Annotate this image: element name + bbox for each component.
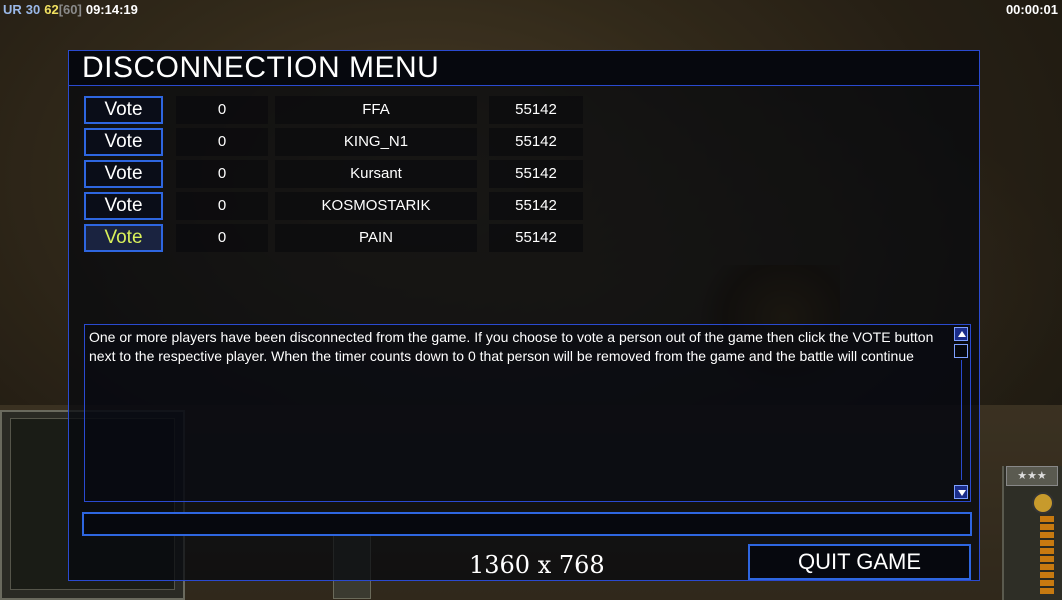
message-box: One or more players have been disconnect…: [84, 324, 971, 502]
player-score: 55142: [489, 224, 583, 252]
player-row: Vote 0 Kursant 55142: [84, 160, 584, 190]
scroll-down-arrow-icon[interactable]: [954, 485, 968, 499]
power-bar: [1040, 516, 1054, 594]
hud-faction: UR: [3, 2, 22, 17]
scrollbar[interactable]: [954, 325, 970, 501]
hud-value-1: 30: [25, 2, 41, 17]
player-row: Vote 0 FFA 55142: [84, 96, 584, 126]
player-score: 55142: [489, 192, 583, 220]
disconnect-message: One or more players have been disconnect…: [89, 329, 934, 364]
vote-button[interactable]: Vote: [84, 96, 163, 124]
vote-button[interactable]: Vote: [84, 160, 163, 188]
scroll-up-arrow-icon[interactable]: [954, 327, 968, 341]
player-row: Vote 0 PAIN 55142: [84, 224, 584, 254]
player-row: Vote 0 KING_N1 55142: [84, 128, 584, 158]
hud-timer: 00:00:01: [1005, 2, 1058, 17]
hud-value-2: 62: [44, 2, 59, 17]
scroll-thumb[interactable]: [954, 344, 968, 358]
quit-game-button[interactable]: QUIT GAME: [748, 544, 971, 580]
vote-button[interactable]: Vote: [84, 224, 163, 252]
player-name: Kursant: [275, 160, 477, 188]
player-score: 55142: [489, 160, 583, 188]
player-name: KOSMOSTARIK: [275, 192, 477, 220]
medal-icon: [1032, 492, 1054, 514]
rank-stars: ★★★: [1006, 466, 1058, 486]
vote-button[interactable]: Vote: [84, 192, 163, 220]
vote-count: 0: [176, 160, 268, 188]
vote-button[interactable]: Vote: [84, 128, 163, 156]
hud-top-bar: UR 30 62[60] 09:14:19 00:00:01: [0, 0, 1062, 20]
chat-input[interactable]: [82, 512, 972, 536]
player-name: PAIN: [275, 224, 477, 252]
scroll-track: [961, 360, 962, 480]
hud-value-3: [60]: [58, 2, 82, 17]
player-name: KING_N1: [275, 128, 477, 156]
vote-count: 0: [176, 128, 268, 156]
vote-count: 0: [176, 96, 268, 124]
vote-count: 0: [176, 224, 268, 252]
title-bar: DISCONNECTION MENU: [69, 51, 979, 86]
menu-title: DISCONNECTION MENU: [82, 51, 440, 84]
resolution-label: 1360 x 768: [469, 551, 605, 579]
vote-count: 0: [176, 192, 268, 220]
hud-clock: 09:14:19: [85, 2, 138, 17]
player-row: Vote 0 KOSMOSTARIK 55142: [84, 192, 584, 222]
player-score: 55142: [489, 96, 583, 124]
disconnection-menu: DISCONNECTION MENU Vote 0 FFA 55142 Vote…: [68, 50, 980, 581]
player-score: 55142: [489, 128, 583, 156]
hud-stats: UR 30 62[60] 09:14:19: [3, 2, 142, 17]
player-name: FFA: [275, 96, 477, 124]
